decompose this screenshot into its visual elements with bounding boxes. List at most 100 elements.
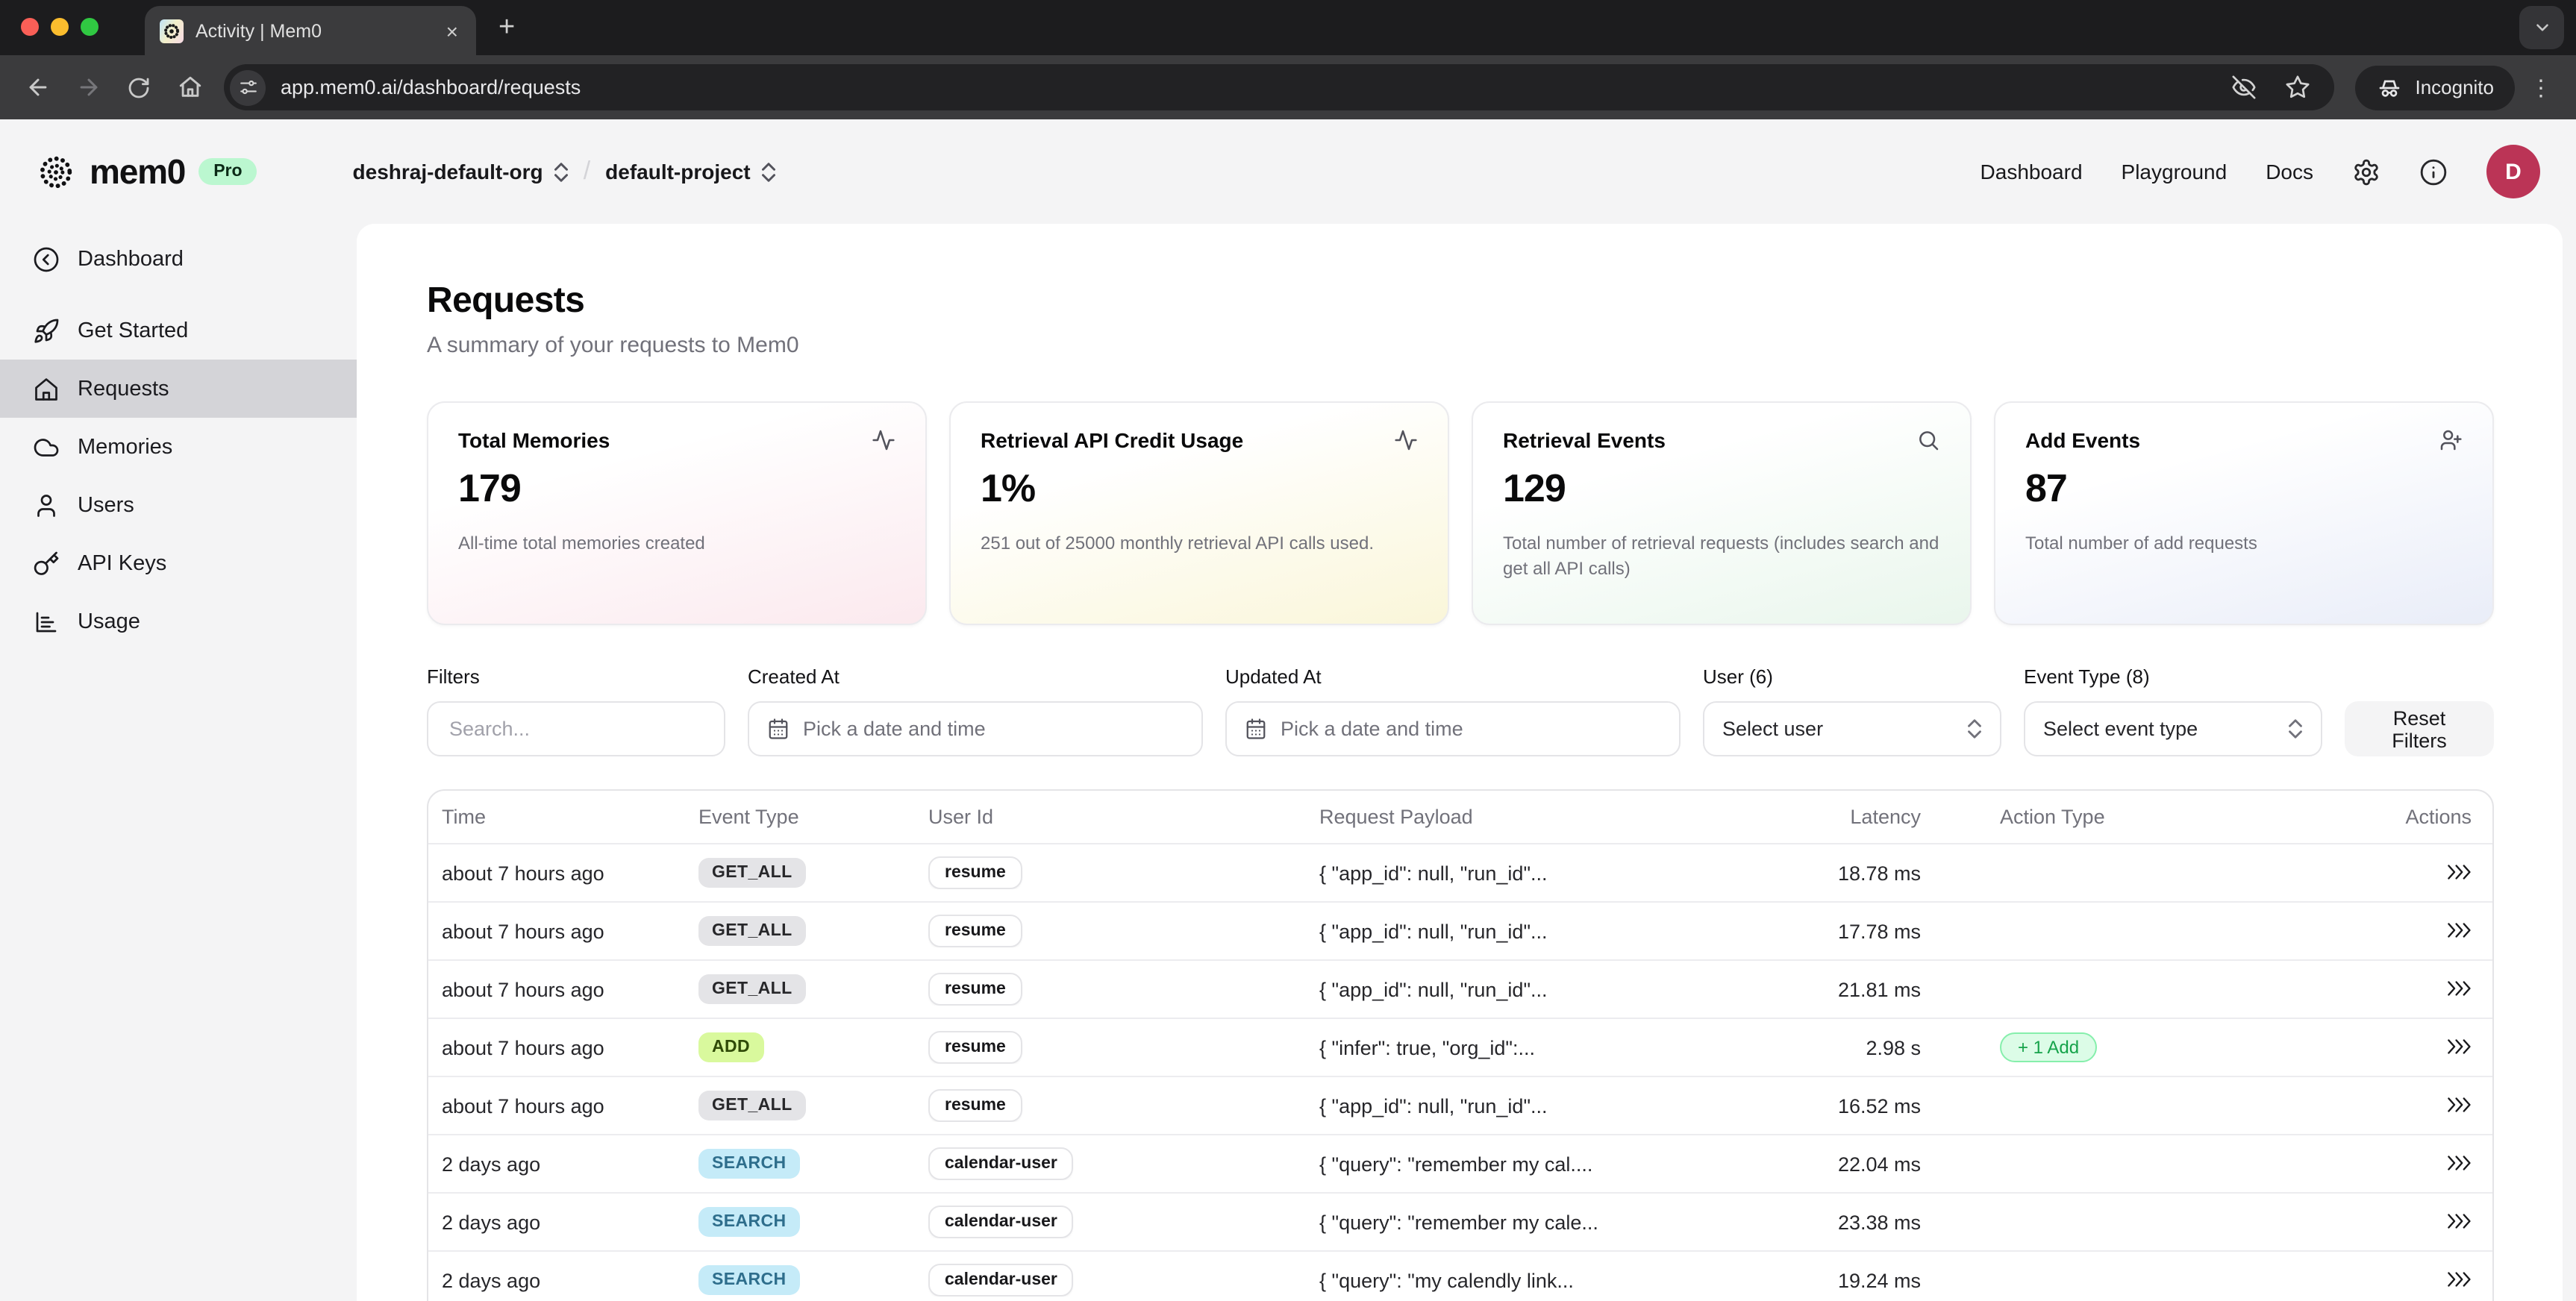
sidebar-item-usage[interactable]: Usage bbox=[0, 592, 357, 650]
user-select[interactable]: Select user bbox=[1703, 701, 2001, 756]
nav-dashboard-link[interactable]: Dashboard bbox=[1981, 160, 2083, 184]
row-actions[interactable] bbox=[2367, 1036, 2472, 1059]
cell-time: about 7 hours ago bbox=[442, 978, 698, 1000]
close-window-button[interactable] bbox=[21, 18, 39, 36]
avatar[interactable]: D bbox=[2486, 145, 2540, 198]
search-field[interactable] bbox=[427, 701, 725, 756]
org-selector[interactable]: deshraj-default-org bbox=[353, 160, 569, 184]
sidebar-item-requests[interactable]: Requests bbox=[0, 360, 357, 418]
info-icon[interactable] bbox=[2419, 157, 2448, 186]
sidebar-item-label: Memories bbox=[78, 435, 172, 459]
home-icon[interactable] bbox=[167, 65, 212, 110]
cell-latency: 17.78 ms bbox=[1740, 920, 1934, 942]
zoom-window-button[interactable] bbox=[81, 18, 99, 36]
filters-label: Filters bbox=[427, 665, 725, 688]
sidebar-item-api-keys[interactable]: API Keys bbox=[0, 534, 357, 592]
sidebar-item-dashboard[interactable]: Dashboard bbox=[0, 230, 357, 288]
sidebar-item-label: Get Started bbox=[78, 319, 188, 342]
table-row[interactable]: 2 days ago SEARCH calendar-user { "query… bbox=[428, 1192, 2492, 1250]
stat-description: Total number of add requests bbox=[2025, 531, 2463, 557]
row-actions[interactable] bbox=[2367, 978, 2472, 1000]
chevrons-right-icon[interactable] bbox=[2446, 921, 2472, 938]
sidebar-item-label: Usage bbox=[78, 609, 140, 633]
rocket-icon bbox=[33, 317, 60, 344]
user-id-chip: resume bbox=[928, 915, 1022, 947]
user-id-chip: resume bbox=[928, 856, 1022, 889]
cell-payload: { "infer": true, "org_id":... bbox=[1319, 1036, 1740, 1059]
project-selector[interactable]: default-project bbox=[605, 160, 775, 184]
cell-latency: 16.52 ms bbox=[1740, 1094, 1934, 1117]
minimize-window-button[interactable] bbox=[51, 18, 69, 36]
url-text[interactable]: app.mem0.ai/dashboard/requests bbox=[281, 76, 2209, 98]
chevrons-right-icon[interactable] bbox=[2446, 1038, 2472, 1054]
created-at-picker[interactable]: Pick a date and time bbox=[748, 701, 1203, 756]
stat-value: 179 bbox=[458, 465, 895, 512]
sidebar-item-get-started[interactable]: Get Started bbox=[0, 301, 357, 360]
chevrons-right-icon[interactable] bbox=[2446, 1154, 2472, 1170]
chevrons-right-icon[interactable] bbox=[2446, 863, 2472, 880]
table-row[interactable]: 2 days ago SEARCH calendar-user { "query… bbox=[428, 1134, 2492, 1192]
mem0-logo-icon bbox=[36, 151, 76, 192]
event-type-badge: GET_ALL bbox=[698, 1091, 806, 1120]
event-type-badge: SEARCH bbox=[698, 1265, 800, 1295]
url-bar[interactable]: app.mem0.ai/dashboard/requests bbox=[224, 64, 2334, 110]
reset-filters-button[interactable]: Reset Filters bbox=[2345, 701, 2494, 756]
chevrons-right-icon[interactable] bbox=[2446, 1212, 2472, 1229]
user-plus-icon bbox=[2439, 428, 2463, 452]
forward-icon[interactable] bbox=[66, 65, 110, 110]
table-row[interactable]: about 7 hours ago GET_ALL resume { "app_… bbox=[428, 959, 2492, 1018]
brand[interactable]: mem0 Pro bbox=[36, 151, 257, 192]
row-actions[interactable] bbox=[2367, 862, 2472, 884]
cell-time: about 7 hours ago bbox=[442, 920, 698, 942]
row-actions[interactable] bbox=[2367, 1094, 2472, 1117]
cell-time: 2 days ago bbox=[442, 1153, 698, 1175]
stat-value: 87 bbox=[2025, 465, 2463, 512]
eye-off-icon[interactable] bbox=[2224, 75, 2263, 100]
row-actions[interactable] bbox=[2367, 1211, 2472, 1233]
table-row[interactable]: about 7 hours ago GET_ALL resume { "app_… bbox=[428, 1076, 2492, 1134]
browser-tab[interactable]: Activity | Mem0 × bbox=[145, 6, 476, 55]
chevrons-right-icon[interactable] bbox=[2446, 1096, 2472, 1112]
cell-payload: { "app_id": null, "run_id"... bbox=[1319, 978, 1740, 1000]
table-row[interactable]: about 7 hours ago GET_ALL resume { "app_… bbox=[428, 843, 2492, 901]
header-nav: Dashboard Playground Docs D bbox=[1981, 145, 2540, 198]
plan-badge: Pro bbox=[198, 158, 257, 185]
sidebar-item-users[interactable]: Users bbox=[0, 476, 357, 534]
table-row[interactable]: about 7 hours ago GET_ALL resume { "app_… bbox=[428, 901, 2492, 959]
tab-search-chevron-icon[interactable] bbox=[2519, 6, 2564, 49]
back-icon[interactable] bbox=[15, 65, 60, 110]
bookmark-star-icon[interactable] bbox=[2278, 75, 2316, 100]
updated-at-picker[interactable]: Pick a date and time bbox=[1225, 701, 1681, 756]
search-input[interactable] bbox=[446, 716, 706, 742]
stat-card-total-memories: Total Memories 179 All-time total memori… bbox=[427, 401, 927, 625]
filters-bar: Filters Created At Pick a date and time … bbox=[427, 665, 2494, 756]
event-type-filter-label: Event Type (8) bbox=[2024, 665, 2322, 688]
table-row[interactable]: about 7 hours ago ADD resume { "infer": … bbox=[428, 1018, 2492, 1076]
reload-icon[interactable] bbox=[116, 65, 161, 110]
activity-icon bbox=[1394, 428, 1418, 452]
sidebar-item-memories[interactable]: Memories bbox=[0, 418, 357, 476]
stat-value: 129 bbox=[1503, 465, 1940, 512]
new-tab-icon[interactable]: + bbox=[498, 12, 515, 45]
table-row[interactable]: 2 days ago SEARCH calendar-user { "query… bbox=[428, 1250, 2492, 1301]
user-icon bbox=[33, 492, 60, 518]
row-actions[interactable] bbox=[2367, 920, 2472, 942]
browser-menu-icon[interactable]: ⋮ bbox=[2521, 74, 2561, 101]
gear-icon[interactable] bbox=[2352, 157, 2380, 186]
nav-playground-link[interactable]: Playground bbox=[2122, 160, 2228, 184]
user-id-chip: calendar-user bbox=[928, 1264, 1074, 1297]
tab-close-icon[interactable]: × bbox=[443, 20, 461, 41]
row-actions[interactable] bbox=[2367, 1269, 2472, 1291]
nav-docs-link[interactable]: Docs bbox=[2266, 160, 2313, 184]
event-type-select[interactable]: Select event type bbox=[2024, 701, 2322, 756]
chevrons-right-icon[interactable] bbox=[2446, 1270, 2472, 1287]
stat-title: Add Events bbox=[2025, 428, 2140, 452]
page-subtitle: A summary of your requests to Mem0 bbox=[427, 333, 2494, 358]
table-header-row: Time Event Type User Id Request Payload … bbox=[428, 791, 2492, 843]
stat-title: Total Memories bbox=[458, 428, 610, 452]
row-actions[interactable] bbox=[2367, 1153, 2472, 1175]
chevrons-right-icon[interactable] bbox=[2446, 979, 2472, 996]
stat-description: 251 out of 25000 monthly retrieval API c… bbox=[981, 531, 1418, 557]
site-settings-icon[interactable] bbox=[230, 69, 266, 105]
screen: Activity | Mem0 × + app.mem0.ai/dashboar… bbox=[0, 0, 2576, 1301]
